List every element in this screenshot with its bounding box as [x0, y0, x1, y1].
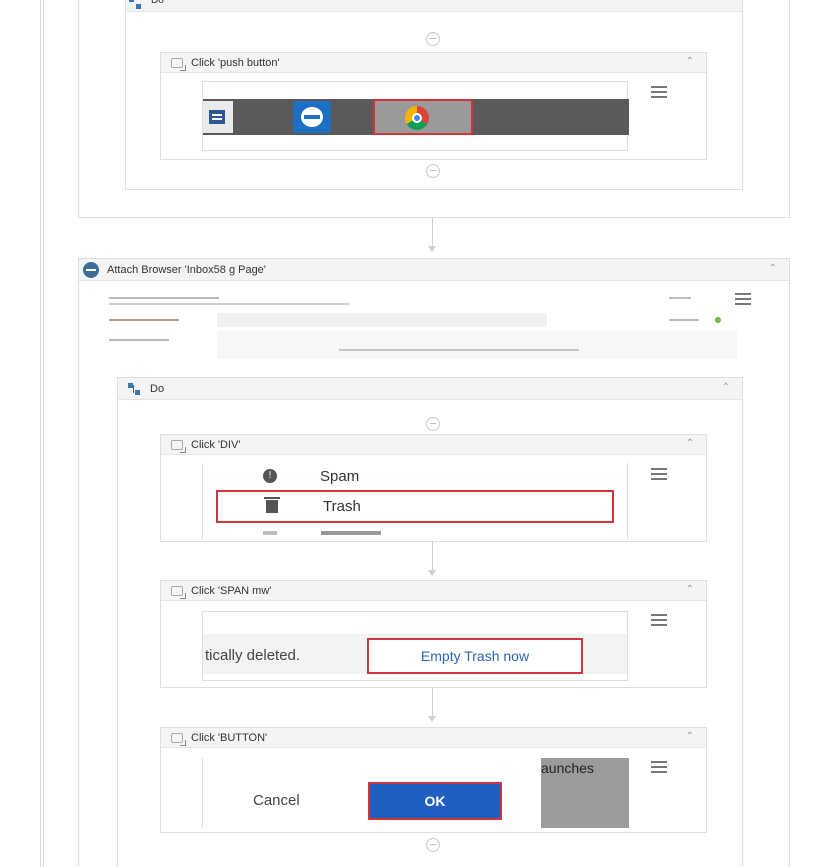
do-top-title: Do: [151, 0, 164, 6]
activity-header[interactable]: Click 'DIV': [161, 435, 706, 455]
menu-icon[interactable]: [651, 614, 667, 626]
attach-browser-title: Attach Browser 'Inbox58 g Page': [107, 263, 266, 276]
activity-click-div: Click 'DIV' ⌃ ! Spam Trash: [160, 434, 707, 542]
collapse-icon[interactable]: ⌃: [726, 0, 734, 7]
word-icon: [203, 101, 233, 133]
side-panel-preview: aunches: [541, 758, 629, 828]
menu-icon[interactable]: [651, 468, 667, 480]
connector-line: [432, 688, 433, 718]
attach-browser-header[interactable]: Attach Browser 'Inbox58 g Page': [79, 259, 789, 281]
screenshot-preview: Cancel OK aunches: [202, 758, 629, 828]
collapse-icon[interactable]: ⌃: [769, 263, 777, 274]
click-activity-icon: [171, 732, 186, 746]
search-bar-preview: [217, 313, 547, 327]
chrome-icon-highlight[interactable]: [373, 99, 473, 135]
add-activity-icon[interactable]: [426, 417, 440, 431]
collapse-icon[interactable]: ⌃: [686, 731, 694, 742]
add-activity-icon[interactable]: [426, 32, 440, 46]
gutter-line: [43, 0, 44, 867]
connector-line: [432, 542, 433, 572]
cancel-button-preview: Cancel: [253, 792, 300, 809]
browser-icon: [83, 261, 99, 278]
collapse-icon[interactable]: ⌃: [686, 56, 694, 67]
screenshot-preview: ! Spam Trash: [202, 463, 628, 539]
chrome-icon: [405, 106, 429, 130]
collapse-icon[interactable]: ⌃: [722, 382, 730, 393]
activity-title: Click 'DIV': [191, 438, 241, 451]
add-activity-icon[interactable]: [426, 164, 440, 178]
connector-arrow: [428, 716, 436, 722]
add-activity-icon[interactable]: [426, 838, 440, 852]
spam-icon: !: [263, 469, 277, 483]
menu-icon[interactable]: [735, 293, 751, 305]
ok-button-highlight[interactable]: OK: [368, 782, 502, 820]
menu-item-label: Spam: [320, 467, 360, 485]
empty-trash-link[interactable]: Empty Trash now: [367, 638, 583, 674]
trash-icon: [264, 497, 280, 513]
trash-highlight[interactable]: Trash: [216, 490, 614, 523]
connector-line: [432, 218, 433, 248]
collapse-icon[interactable]: ⌃: [686, 438, 694, 449]
activity-title: Click 'push button': [191, 56, 280, 69]
screenshot-preview: tically deleted. Empty Trash now: [202, 611, 628, 681]
activity-title: Click 'BUTTON': [191, 731, 268, 744]
connector-arrow: [428, 246, 436, 252]
side-panel-text: aunches: [541, 760, 594, 776]
menu-icon[interactable]: [651, 86, 667, 98]
menu-item-label: Trash: [323, 498, 361, 515]
do-header-top[interactable]: Do: [126, 0, 742, 12]
click-activity-icon: [171, 585, 186, 599]
menu-item-spam: ! Spam: [263, 465, 563, 487]
menu-icon[interactable]: [651, 761, 667, 773]
do-header[interactable]: Do: [118, 378, 742, 400]
do-title: Do: [150, 382, 165, 395]
activity-click-button: Click 'BUTTON' ⌃ Cancel OK aunches: [160, 727, 707, 833]
activity-header[interactable]: Click 'push button': [161, 53, 706, 73]
activity-title: Click 'SPAN mw': [191, 584, 272, 597]
screenshot-preview: [202, 81, 629, 151]
sequence-icon: [128, 382, 140, 395]
click-activity-icon: [171, 57, 186, 71]
activity-header[interactable]: Click 'BUTTON': [161, 728, 706, 748]
connector-arrow: [428, 570, 436, 576]
deleted-text: tically deleted.: [205, 647, 301, 664]
browser-screenshot-preview: [109, 291, 737, 361]
activity-click-span: Click 'SPAN mw' ⌃ tically deleted. Empty…: [160, 580, 707, 688]
gutter-line: [40, 0, 41, 867]
teamviewer-icon: [293, 101, 331, 133]
activity-header[interactable]: Click 'SPAN mw': [161, 581, 706, 601]
click-activity-icon: [171, 439, 186, 453]
activity-click-push-button: Click 'push button' ⌃: [160, 52, 707, 160]
sequence-icon: [129, 0, 141, 9]
collapse-icon[interactable]: ⌃: [686, 584, 694, 595]
